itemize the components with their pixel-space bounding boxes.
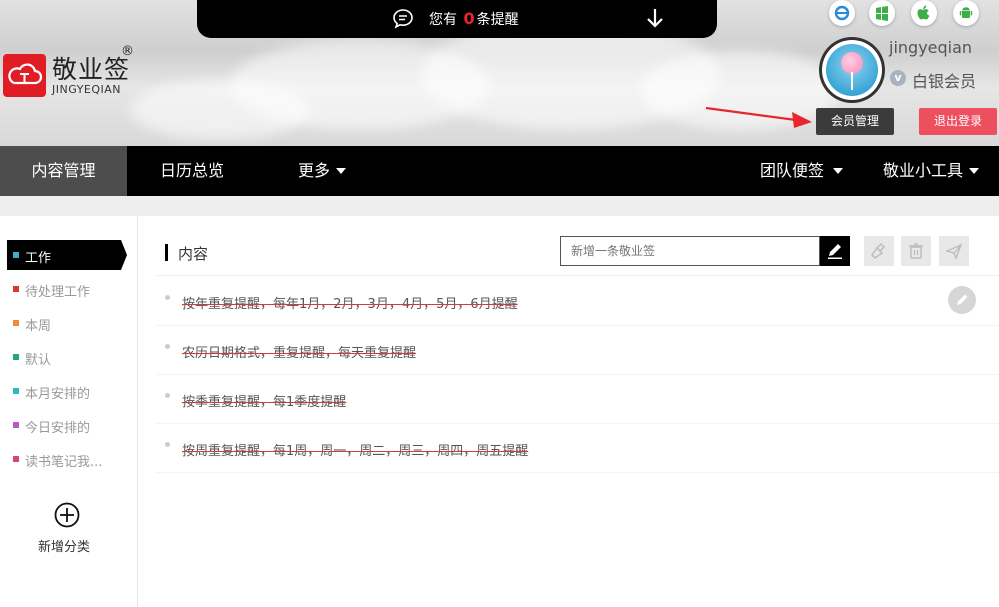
reminder-suffix: 条提醒 <box>476 12 519 28</box>
category-color-dot <box>13 388 19 394</box>
category-color-dot <box>13 354 19 360</box>
reminder-text: 您有 0 条提醒 <box>429 9 519 29</box>
paper-plane-icon <box>945 243 963 260</box>
header: 您有 0 条提醒 敬业签 ® JINGYEQIAN jingyeqian v 白银… <box>0 0 999 146</box>
new-note-input[interactable] <box>560 236 820 266</box>
bullet-icon <box>165 295 170 300</box>
main-panel: 工作 待处理工作 本周 默认 本月安排的 今日安排的 读书笔记我... 新增分类… <box>0 216 999 607</box>
reminder-prefix: 您有 <box>429 12 457 28</box>
brand-subtitle: JINGYEQIAN <box>52 83 122 96</box>
nav-tools[interactable]: 敬业小工具 <box>883 146 980 196</box>
edit-item-button[interactable] <box>948 286 976 314</box>
pencil-icon <box>957 294 968 305</box>
list-item[interactable]: 农历日期格式，重复提醒，每天重复提醒 <box>156 326 999 375</box>
pen-icon <box>828 244 842 259</box>
category-color-dot <box>13 286 19 292</box>
nav-label: 团队便签 <box>760 161 825 180</box>
list-item-text: 按季重复提醒，每1季度提醒 <box>182 395 347 410</box>
nav-team-notes[interactable]: 团队便签 <box>760 146 844 196</box>
category-item[interactable]: 待处理工作 <box>7 274 127 304</box>
main-nav: 内容管理 日历总览 更多 团队便签 敬业小工具 <box>0 146 999 196</box>
brand-name: 敬业签 <box>52 55 131 84</box>
vip-badge-icon: v <box>890 70 906 86</box>
list-item-text: 农历日期格式，重复提醒，每天重复提醒 <box>182 346 417 361</box>
send-button[interactable] <box>939 236 969 266</box>
nav-label: 内容管理 <box>31 161 96 180</box>
category-label: 默认 <box>25 353 52 368</box>
nav-label: 日历总览 <box>160 161 225 180</box>
arrow-down-icon[interactable] <box>645 6 665 30</box>
category-item[interactable]: 本周 <box>7 308 127 338</box>
category-item[interactable]: 今日安排的 <box>7 410 127 440</box>
add-category-button[interactable]: 新增分类 <box>38 536 90 555</box>
member-level: 白银会员 <box>912 72 977 91</box>
chat-bubble-icon <box>393 9 413 29</box>
category-sidebar: 工作 待处理工作 本周 默认 本月安排的 今日安排的 读书笔记我... 新增分类 <box>0 216 138 607</box>
content-title: 内容 <box>178 245 209 263</box>
username: jingyeqian <box>889 38 973 57</box>
category-color-dot <box>13 252 19 258</box>
registered-mark: ® <box>121 44 134 59</box>
category-item[interactable]: 默认 <box>7 342 127 372</box>
section-marker <box>165 244 168 261</box>
broom-button[interactable] <box>864 236 894 266</box>
trash-icon <box>909 243 923 259</box>
caret-down-icon <box>833 168 844 174</box>
broom-icon <box>871 243 885 259</box>
category-item[interactable]: 读书笔记我... <box>7 444 127 474</box>
nav-calendar[interactable]: 日历总览 <box>160 146 224 196</box>
avatar[interactable] <box>822 40 882 100</box>
category-label: 待处理工作 <box>25 285 91 300</box>
caret-down-icon <box>969 168 980 174</box>
ie-icon[interactable] <box>829 0 855 26</box>
logo-icon[interactable] <box>3 54 46 97</box>
bullet-icon <box>165 442 170 447</box>
pointer-arrow-icon <box>705 106 812 128</box>
nav-label: 敬业小工具 <box>883 161 964 180</box>
category-label: 工作 <box>25 251 52 266</box>
edit-pen-button[interactable] <box>820 236 850 266</box>
nav-label: 更多 <box>298 161 331 180</box>
list-item-text: 按年重复提醒，每年1月，2月，3月，4月，5月，6月提醒 <box>182 297 518 312</box>
apple-icon[interactable] <box>911 0 937 26</box>
nav-more[interactable]: 更多 <box>298 146 347 196</box>
android-icon[interactable] <box>953 0 979 26</box>
category-label: 本月安排的 <box>25 387 91 402</box>
category-color-dot <box>13 456 19 462</box>
bullet-icon <box>165 344 170 349</box>
list-item[interactable]: 按年重复提醒，每年1月，2月，3月，4月，5月，6月提醒 <box>156 277 999 326</box>
category-label: 本周 <box>25 319 52 334</box>
avatar-image <box>826 44 878 96</box>
member-management-button[interactable]: 会员管理 <box>816 108 894 135</box>
bullet-icon <box>165 393 170 398</box>
divider <box>156 275 999 276</box>
nav-content-management[interactable]: 内容管理 <box>0 146 127 196</box>
category-color-dot <box>13 422 19 428</box>
category-item[interactable]: 本月安排的 <box>7 376 127 406</box>
windows-icon[interactable] <box>869 0 895 26</box>
list-item-text: 按周重复提醒，每1周，周一，周二，周三，周四，周五提醒 <box>182 444 529 459</box>
list-item[interactable]: 按季重复提醒，每1季度提醒 <box>156 375 999 424</box>
category-item[interactable]: 工作 <box>7 240 127 270</box>
category-label: 今日安排的 <box>25 421 91 436</box>
add-category-icon[interactable] <box>54 502 80 528</box>
list-item[interactable]: 按周重复提醒，每1周，周一，周二，周三，周四，周五提醒 <box>156 424 999 473</box>
reminder-bar[interactable]: 您有 0 条提醒 <box>197 0 717 38</box>
logout-button[interactable]: 退出登录 <box>919 108 997 135</box>
category-label: 读书笔记我... <box>25 455 103 470</box>
caret-down-icon <box>336 168 347 174</box>
category-color-dot <box>13 320 19 326</box>
delete-button[interactable] <box>901 236 931 266</box>
reminder-count: 0 <box>463 9 475 28</box>
